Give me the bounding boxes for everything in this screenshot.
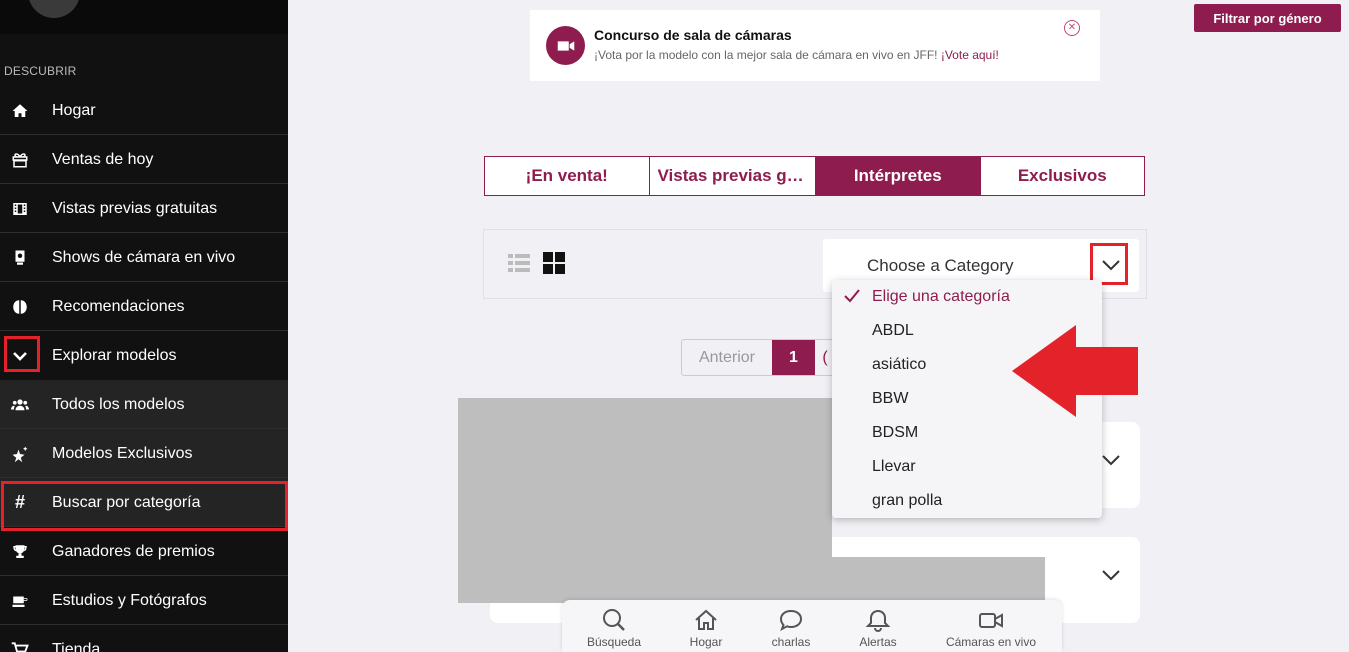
- filter-by-gender-button[interactable]: Filtrar por género: [1194, 4, 1341, 32]
- category-option[interactable]: BDSM: [872, 424, 918, 442]
- sidebar-item-label: Shows de cámara en vivo: [52, 248, 236, 266]
- bottom-nav-home[interactable]: Hogar: [666, 600, 746, 652]
- users-icon: [0, 396, 52, 414]
- contest-description: ¡Vota por la modelo con la mejor sala de…: [594, 48, 999, 62]
- sidebar-item-recommendations[interactable]: Recomendaciones: [0, 282, 288, 331]
- bottom-nav-live-cams[interactable]: Cámaras en vivo: [920, 600, 1062, 652]
- bottom-nav-label: Hogar: [689, 635, 723, 649]
- sidebar-item-label: Modelos Exclusivos: [52, 444, 193, 462]
- film-icon: [0, 200, 52, 218]
- sidebar-item-label: Vistas previas gratuitas: [52, 199, 218, 217]
- chat-icon: [779, 609, 803, 632]
- red-arrow-annotation: [1012, 325, 1138, 417]
- sidebar-item-label: Ganadores de premios: [52, 542, 215, 560]
- pagination: Anterior 1 (: [681, 339, 836, 376]
- sidebar-item-home[interactable]: Hogar: [0, 86, 288, 135]
- sidebar-item-label: Tienda: [52, 640, 101, 652]
- category-option[interactable]: BBW: [872, 390, 908, 408]
- gift-icon: [0, 151, 52, 169]
- sidebar-item-label: Hogar: [52, 101, 96, 119]
- category-option[interactable]: ABDL: [872, 322, 914, 340]
- bottom-nav-alerts[interactable]: Alertas: [836, 600, 920, 652]
- sidebar: DESCUBRIR Hogar Ventas de hoy Vistas pre…: [0, 0, 288, 652]
- cart-icon: [0, 641, 52, 652]
- video-camera-icon: [546, 26, 585, 65]
- redacted-image: [458, 557, 1045, 603]
- camera-icon: [0, 592, 52, 610]
- category-option[interactable]: Llevar: [872, 458, 916, 476]
- tab-exclusives[interactable]: Exclusivos: [981, 157, 1145, 195]
- star-icon: [0, 445, 52, 463]
- vote-link[interactable]: ¡Vote aquí!: [941, 48, 999, 62]
- webcam-icon: [0, 249, 52, 267]
- highlight-category-chevron: [1090, 243, 1128, 285]
- category-option[interactable]: asiático: [872, 356, 926, 374]
- sidebar-item-free-previews[interactable]: Vistas previas gratuitas: [0, 184, 288, 233]
- search-icon: [603, 609, 625, 631]
- category-option[interactable]: gran polla: [872, 492, 942, 510]
- grid-view-icon[interactable]: [543, 252, 565, 274]
- bottom-nav: Búsqueda Hogar charlas Alertas Cámaras e…: [562, 600, 1062, 652]
- pagination-page-current[interactable]: 1: [772, 340, 815, 375]
- bottom-nav-label: Búsqueda: [586, 635, 642, 649]
- tab-on-sale[interactable]: ¡En venta!: [485, 157, 650, 195]
- bottom-nav-label: Cámaras en vivo: [945, 635, 1037, 649]
- pagination-prev[interactable]: Anterior: [682, 340, 772, 375]
- contest-title: Concurso de sala de cámaras: [594, 27, 792, 43]
- contest-banner[interactable]: Concurso de sala de cámaras ¡Vota por la…: [530, 10, 1100, 81]
- list-view-icon[interactable]: [508, 253, 530, 273]
- sidebar-item-label: Estudios y Fotógrafos: [52, 591, 207, 609]
- sidebar-item-shop[interactable]: Tienda: [0, 625, 288, 652]
- sidebar-item-label: Ventas de hoy: [52, 150, 154, 168]
- sidebar-item-studios-photographers[interactable]: Estudios y Fotógrafos: [0, 576, 288, 625]
- video-camera-icon: [979, 613, 1003, 628]
- sidebar-item-award-winners[interactable]: Ganadores de premios: [0, 527, 288, 576]
- trophy-icon: [0, 543, 52, 561]
- tab-performers[interactable]: Intérpretes: [816, 157, 981, 195]
- sidebar-item-label: Explorar modelos: [52, 346, 177, 364]
- close-icon[interactable]: ✕: [1064, 20, 1080, 36]
- highlight-explore-toggle: [4, 336, 40, 372]
- bottom-nav-search[interactable]: Búsqueda: [562, 600, 666, 652]
- sidebar-section-title: DESCUBRIR: [4, 64, 77, 78]
- sidebar-item-todays-sales[interactable]: Ventas de hoy: [0, 135, 288, 184]
- check-icon: [844, 289, 860, 303]
- sidebar-item-live-cam-shows[interactable]: Shows de cámara en vivo: [0, 233, 288, 282]
- category-select-value: Choose a Category: [867, 256, 1014, 275]
- sidebar-item-all-models[interactable]: Todos los modelos: [0, 380, 288, 429]
- bell-icon: [865, 609, 891, 632]
- sidebar-item-label: Todos los modelos: [52, 395, 185, 413]
- category-option[interactable]: Elige una categoría: [872, 288, 1010, 306]
- content-tabs: ¡En venta! Vistas previas gratuitas Inté…: [484, 156, 1145, 196]
- sidebar-item-exclusive-models[interactable]: Modelos Exclusivos: [0, 429, 288, 478]
- bottom-nav-label: charlas: [771, 635, 811, 649]
- chevron-down-icon[interactable]: [1102, 454, 1120, 466]
- tab-free-previews[interactable]: Vistas previas gratuitas: [650, 157, 816, 195]
- bottom-nav-label: Alertas: [859, 635, 897, 649]
- highlight-search-by-category: [1, 481, 288, 531]
- home-icon: [0, 102, 52, 120]
- bottom-nav-chats[interactable]: charlas: [746, 600, 836, 652]
- avatar[interactable]: [28, 0, 80, 18]
- home-icon: [695, 609, 717, 630]
- sidebar-item-explore-models[interactable]: Explorar modelos: [0, 331, 288, 380]
- chevron-down-icon[interactable]: [1102, 569, 1120, 581]
- sidebar-header: [0, 0, 288, 34]
- sidebar-item-label: Recomendaciones: [52, 297, 185, 315]
- brain-icon: [0, 298, 52, 316]
